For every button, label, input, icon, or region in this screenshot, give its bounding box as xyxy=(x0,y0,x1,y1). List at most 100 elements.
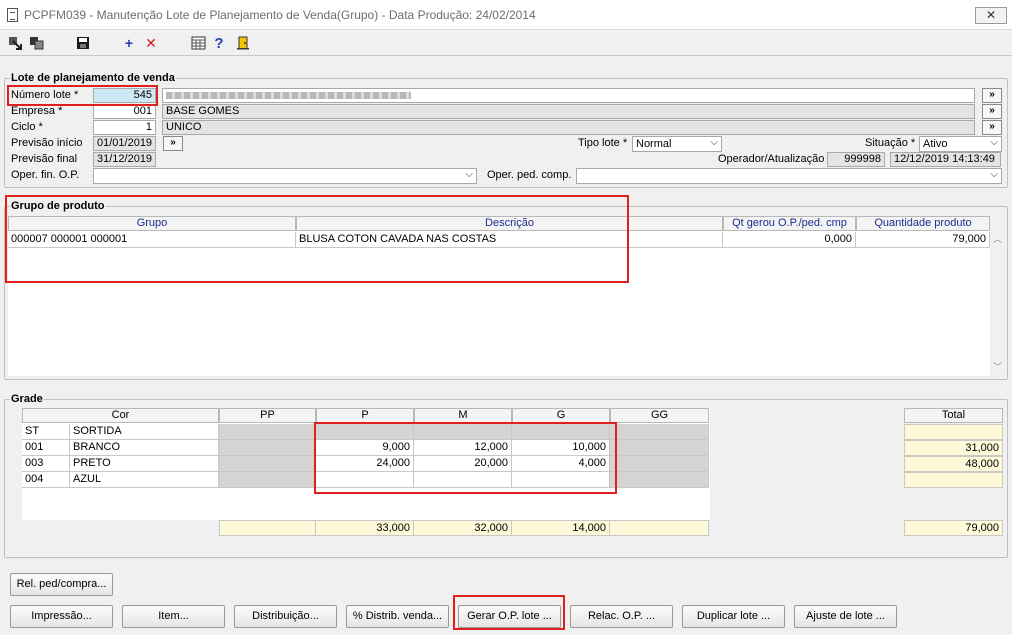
pp-cell xyxy=(219,456,316,472)
distrib-venda-button[interactable]: % Distrib. venda... xyxy=(346,605,449,628)
chevron-down-icon: ⌵ xyxy=(990,169,998,180)
redacted-text xyxy=(166,92,411,99)
lote-section-label: Lote de planejamento de venda xyxy=(10,72,176,84)
title-bar: PCPFM039 - Manutenção Lote de Planejamen… xyxy=(0,0,1012,30)
grupo-cell: 000007 000001 000001 xyxy=(8,232,296,248)
ajuste-lote-button[interactable]: Ajuste de lote ... xyxy=(794,605,897,628)
grupo-scrollbar[interactable]: ︿ ﹀ xyxy=(990,216,1004,376)
numero-lote-field[interactable]: 545 xyxy=(93,88,156,103)
total-cell: 31,000 xyxy=(904,440,1003,456)
lote-search-button[interactable]: » xyxy=(982,88,1002,103)
p-cell[interactable] xyxy=(316,472,414,488)
grupo-col-header[interactable]: Grupo xyxy=(8,216,296,231)
operador-field: 999998 xyxy=(827,152,885,167)
oper-ped-label: Oper. ped. comp. xyxy=(487,169,572,181)
relac-op-button[interactable]: Relac. O.P. ... xyxy=(570,605,673,628)
calculator-icon[interactable] xyxy=(189,34,207,52)
rel-ped-compra-button[interactable]: Rel. ped/compra... xyxy=(10,573,113,596)
empresa-label: Empresa * xyxy=(11,105,63,117)
total-cell xyxy=(904,424,1003,440)
pp-col-header[interactable]: PP xyxy=(219,408,316,423)
gg-col-header[interactable]: GG xyxy=(610,408,709,423)
toolbar: + ✕ ? xyxy=(0,30,1012,56)
descricao-col-header[interactable]: Descrição xyxy=(296,216,723,231)
g-cell[interactable]: 10,000 xyxy=(512,440,610,456)
chevron-down-icon: ⌵ xyxy=(465,169,473,180)
pp-cell xyxy=(219,472,316,488)
gg-cell xyxy=(610,440,709,456)
oper-fin-select[interactable]: ⌵ xyxy=(93,168,477,184)
pp-cell xyxy=(219,424,316,440)
copy-icon[interactable] xyxy=(28,34,46,52)
total-col-header: Total xyxy=(904,408,1003,423)
m-cell[interactable] xyxy=(414,424,512,440)
g-cell[interactable] xyxy=(512,472,610,488)
p-col-header[interactable]: P xyxy=(316,408,414,423)
cor-name-cell: AZUL xyxy=(70,472,219,488)
descricao-cell: BLUSA COTON CAVADA NAS COSTAS xyxy=(296,232,723,248)
save-icon[interactable] xyxy=(74,34,92,52)
empresa-code-field[interactable]: 001 xyxy=(93,104,156,119)
gg-cell xyxy=(610,424,709,440)
window-title: PCPFM039 - Manutenção Lote de Planejamen… xyxy=(24,8,536,22)
oper-ped-select[interactable]: ⌵ xyxy=(576,168,1002,184)
atualizacao-field: 12/12/2019 14:13:49 xyxy=(890,152,1001,167)
lote-description-field[interactable] xyxy=(162,88,975,103)
ciclo-code-field[interactable]: 1 xyxy=(93,120,156,135)
cor-col-header[interactable]: Cor xyxy=(22,408,219,423)
qt-gerou-col-header[interactable]: Qt gerou O.P./ped. cmp xyxy=(723,216,856,231)
p-cell[interactable]: 9,000 xyxy=(316,440,414,456)
previsao-search-button[interactable]: » xyxy=(163,136,183,151)
chevron-down-icon: ⌵ xyxy=(990,137,998,148)
cor-code-cell: 003 xyxy=(22,456,70,472)
previsao-final-label: Previsão final xyxy=(11,153,78,165)
g-cell[interactable] xyxy=(512,424,610,440)
duplicar-lote-button[interactable]: Duplicar lote ... xyxy=(682,605,785,628)
distribuicao-button[interactable]: Distribuição... xyxy=(234,605,337,628)
help-icon[interactable]: ? xyxy=(210,34,228,52)
previsao-inicio-label: Previsão início xyxy=(11,137,83,149)
cor-name-cell: PRETO xyxy=(70,456,219,472)
quantidade-cell: 79,000 xyxy=(856,232,990,248)
grade-section-label: Grade xyxy=(10,393,44,405)
grupo-section-label: Grupo de produto xyxy=(10,200,106,212)
numero-lote-label: Número lote * xyxy=(11,89,79,101)
scroll-up-icon[interactable]: ︿ xyxy=(993,232,1002,245)
tipo-lote-select[interactable]: Normal ⌵ xyxy=(632,136,722,152)
cor-code-cell: ST xyxy=(22,424,70,440)
scroll-down-icon[interactable]: ﹀ xyxy=(993,360,1002,373)
g-col-header[interactable]: G xyxy=(512,408,610,423)
tipo-lote-value: Normal xyxy=(636,138,672,150)
p-cell[interactable]: 24,000 xyxy=(316,456,414,472)
gg-cell xyxy=(610,472,709,488)
p-total-cell: 33,000 xyxy=(316,520,414,536)
close-button[interactable]: ✕ xyxy=(975,7,1007,24)
g-cell[interactable]: 4,000 xyxy=(512,456,610,472)
m-cell[interactable] xyxy=(414,472,512,488)
exit-icon[interactable] xyxy=(6,34,24,52)
cor-code-cell: 004 xyxy=(22,472,70,488)
empresa-search-button[interactable]: » xyxy=(982,104,1002,119)
cor-code-cell: 001 xyxy=(22,440,70,456)
ciclo-name-field: UNICO xyxy=(162,120,975,135)
add-icon[interactable]: + xyxy=(120,34,138,52)
m-total-cell: 32,000 xyxy=(414,520,512,536)
quantidade-col-header[interactable]: Quantidade produto xyxy=(856,216,990,231)
p-cell[interactable] xyxy=(316,424,414,440)
m-col-header[interactable]: M xyxy=(414,408,512,423)
g-total-cell: 14,000 xyxy=(512,520,610,536)
situacao-label: Situação * xyxy=(865,137,916,149)
gerar-op-lote-button[interactable]: Gerar O.P. lote ... xyxy=(458,605,561,628)
m-cell[interactable]: 12,000 xyxy=(414,440,512,456)
item-button[interactable]: Item... xyxy=(122,605,225,628)
delete-icon[interactable]: ✕ xyxy=(142,34,160,52)
previsao-final-field: 31/12/2019 xyxy=(93,152,156,167)
impressao-button[interactable]: Impressão... xyxy=(10,605,113,628)
situacao-select[interactable]: Ativo ⌵ xyxy=(919,136,1002,152)
ciclo-search-button[interactable]: » xyxy=(982,120,1002,135)
m-cell[interactable]: 20,000 xyxy=(414,456,512,472)
empresa-name-field: BASE GOMES xyxy=(162,104,975,119)
door-icon[interactable] xyxy=(234,34,252,52)
pp-cell xyxy=(219,440,316,456)
document-icon xyxy=(7,8,18,22)
